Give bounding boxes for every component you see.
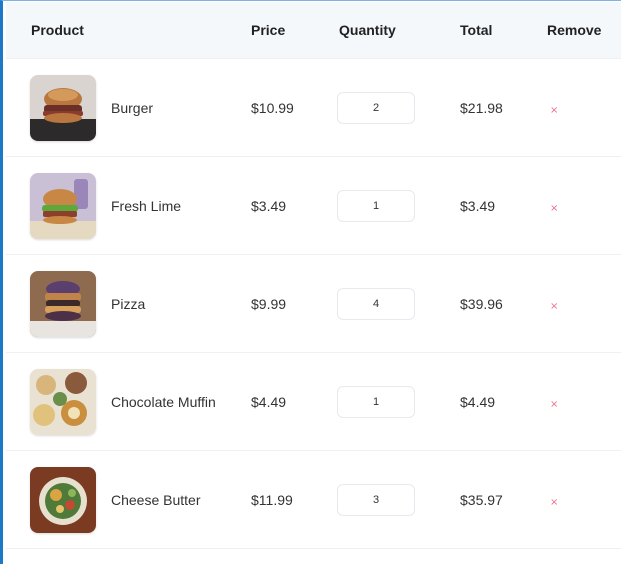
product-image xyxy=(30,172,96,239)
product-image xyxy=(30,466,96,533)
total-cell: $4.49 xyxy=(460,352,547,451)
quantity-input[interactable] xyxy=(337,189,415,222)
quantity-cell xyxy=(337,450,460,549)
total-cell: $3.49 xyxy=(460,156,547,255)
close-icon[interactable]: × xyxy=(550,203,558,214)
remove-cell: × xyxy=(547,58,621,157)
product-name: Chocolate Muffin xyxy=(111,393,216,410)
quantity-cell xyxy=(337,156,460,255)
product-cell: Burger xyxy=(6,58,251,157)
cart-table: Product Price Quantity Total Remove Burg… xyxy=(6,2,621,549)
cart-frame: Product Price Quantity Total Remove Burg… xyxy=(0,0,621,564)
product-name: Fresh Lime xyxy=(111,197,182,214)
quantity-cell xyxy=(337,254,460,353)
close-icon[interactable]: × xyxy=(550,497,558,508)
remove-cell: × xyxy=(547,352,621,451)
header-quantity: Quantity xyxy=(339,2,460,59)
close-icon[interactable]: × xyxy=(550,105,558,116)
remove-cell: × xyxy=(547,254,621,353)
price-cell: $10.99 xyxy=(251,58,339,157)
header-remove: Remove xyxy=(547,2,621,59)
price-cell: $11.99 xyxy=(251,450,339,549)
quantity-cell xyxy=(337,352,460,451)
price-cell: $9.99 xyxy=(251,254,339,353)
quantity-input[interactable] xyxy=(337,91,415,124)
product-image xyxy=(30,270,96,337)
total-cell: $39.96 xyxy=(460,254,547,353)
price-cell: $4.49 xyxy=(251,352,339,451)
header-price: Price xyxy=(251,2,339,59)
close-icon[interactable]: × xyxy=(550,399,558,410)
product-name: Burger xyxy=(111,99,154,116)
product-name: Cheese Butter xyxy=(111,491,201,508)
product-cell: Pizza xyxy=(6,254,251,353)
product-cell: Cheese Butter xyxy=(6,450,251,549)
header-product: Product xyxy=(6,2,251,59)
quantity-cell xyxy=(337,58,460,157)
product-cell: Fresh Lime xyxy=(6,156,251,255)
table-row: Burger $10.99 $21.98 × xyxy=(6,58,621,157)
remove-cell: × xyxy=(547,450,621,549)
table-header-row: Product Price Quantity Total Remove xyxy=(6,2,621,59)
quantity-input[interactable] xyxy=(337,287,415,320)
total-cell: $35.97 xyxy=(460,450,547,549)
product-image xyxy=(30,368,96,435)
table-row: Cheese Butter $11.99 $35.97 × xyxy=(6,450,621,549)
quantity-input[interactable] xyxy=(337,483,415,516)
table-row: Pizza $9.99 $39.96 × xyxy=(6,254,621,353)
total-cell: $21.98 xyxy=(460,58,547,157)
product-cell: Chocolate Muffin xyxy=(6,352,251,451)
close-icon[interactable]: × xyxy=(550,301,558,312)
product-image xyxy=(30,74,96,141)
table-row: Fresh Lime $3.49 $3.49 × xyxy=(6,156,621,255)
price-cell: $3.49 xyxy=(251,156,339,255)
product-name: Pizza xyxy=(111,295,146,312)
header-total: Total xyxy=(460,2,547,59)
quantity-input[interactable] xyxy=(337,385,415,418)
remove-cell: × xyxy=(547,156,621,255)
table-row: Chocolate Muffin $4.49 $4.49 × xyxy=(6,352,621,451)
